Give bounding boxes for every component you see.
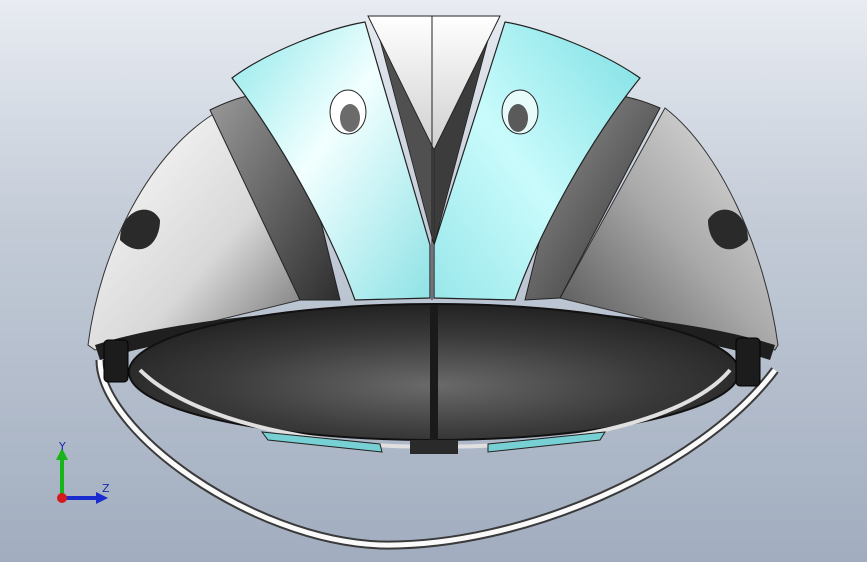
triad-axes: [56, 448, 108, 504]
x-axis-dot: [57, 493, 67, 503]
z-axis-label: Z: [102, 482, 110, 495]
coordinate-triad: Y Z: [40, 430, 130, 520]
y-axis-label: Y: [59, 440, 66, 453]
right-buckle: [735, 337, 761, 387]
left-buckle: [103, 339, 129, 383]
helmet-model-rear-view[interactable]: [0, 0, 867, 562]
graphics-viewport[interactable]: Y Z: [0, 0, 867, 562]
